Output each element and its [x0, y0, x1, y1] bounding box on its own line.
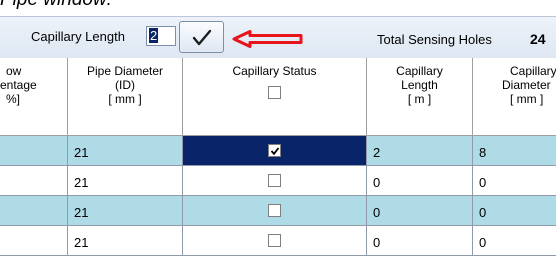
- table-row[interactable]: 21 0 0: [0, 166, 556, 196]
- capillary-diameter-cell[interactable]: 8: [473, 136, 556, 166]
- checkmark-icon: [192, 29, 212, 46]
- column-header-capillary-length[interactable]: Capillary Length [ m ]: [367, 58, 473, 136]
- capillary-diameter-cell[interactable]: 0: [473, 196, 556, 226]
- header-line: Capillary: [396, 64, 443, 78]
- flow-percentage-cell[interactable]: [0, 166, 68, 196]
- capillary-length-cell[interactable]: 0: [367, 196, 473, 226]
- checkmark-icon: [270, 147, 280, 156]
- window-caption: Pipe window:: [0, 0, 112, 11]
- header-line: Diameter: [502, 78, 551, 92]
- header-line: [ mm ]: [510, 92, 544, 106]
- header-line: entage: [0, 78, 37, 92]
- header-line: Capillary Status: [232, 64, 317, 78]
- pipe-diameter-cell[interactable]: 21: [68, 166, 183, 196]
- pipe-diameter-cell[interactable]: 21: [68, 196, 183, 226]
- capillary-diameter-cell[interactable]: 0: [473, 226, 556, 256]
- capillary-status-cell[interactable]: [183, 166, 367, 196]
- capillary-status-checkbox[interactable]: [268, 144, 281, 157]
- column-header-capillary-diameter[interactable]: Capillary Diameter [ mm ]: [473, 58, 556, 136]
- header-line: [ m ]: [407, 92, 432, 106]
- table-row[interactable]: 21 0 0: [0, 196, 556, 226]
- capillary-status-checkbox[interactable]: [268, 234, 281, 247]
- flow-percentage-cell[interactable]: [0, 136, 68, 166]
- table-row[interactable]: 21 0 0: [0, 226, 556, 256]
- pipe-diameter-cell[interactable]: 21: [68, 136, 183, 166]
- header-line: %]: [6, 92, 21, 106]
- capillary-length-cell[interactable]: 2: [367, 136, 473, 166]
- header-line: Pipe Diameter: [86, 64, 164, 78]
- flow-percentage-cell[interactable]: [0, 196, 68, 226]
- column-header-flow-percentage[interactable]: ow entage %]: [0, 58, 68, 136]
- column-header-pipe-diameter[interactable]: Pipe Diameter (ID) [ mm ]: [68, 58, 183, 136]
- total-sensing-holes-label: Total Sensing Holes: [377, 32, 492, 47]
- capillary-diameter-cell[interactable]: 0: [473, 166, 556, 196]
- table-row[interactable]: 21 2 8: [0, 136, 556, 166]
- capillary-length-cell[interactable]: 0: [367, 226, 473, 256]
- apply-capillary-length-button[interactable]: [179, 21, 224, 53]
- capillary-toolbar: Capillary Length 2 Total Sensing Holes 2…: [0, 16, 556, 60]
- pipe-diameter-cell[interactable]: 21: [68, 226, 183, 256]
- total-sensing-holes-value: 24: [530, 31, 546, 47]
- capillary-status-checkbox[interactable]: [268, 204, 281, 217]
- header-line: (ID): [115, 78, 135, 92]
- annotation-arrow-icon: [232, 30, 303, 48]
- column-header-capillary-status[interactable]: Capillary Status: [183, 58, 367, 136]
- header-line: ow: [6, 64, 22, 78]
- flow-percentage-cell[interactable]: [0, 226, 68, 256]
- header-line: Length: [401, 78, 438, 92]
- capillary-length-cell[interactable]: 0: [367, 166, 473, 196]
- capillary-length-input[interactable]: 2: [146, 26, 176, 46]
- capillary-status-cell[interactable]: [183, 226, 367, 256]
- capillary-status-cell[interactable]: [183, 196, 367, 226]
- select-all-checkbox[interactable]: [268, 86, 281, 99]
- header-line: Capillary: [510, 64, 556, 78]
- capillary-length-label: Capillary Length: [31, 29, 125, 44]
- capillary-status-cell[interactable]: [183, 136, 367, 166]
- header-line: [ mm ]: [108, 92, 142, 106]
- capillary-status-checkbox[interactable]: [268, 174, 281, 187]
- capillary-length-value: 2: [149, 28, 159, 43]
